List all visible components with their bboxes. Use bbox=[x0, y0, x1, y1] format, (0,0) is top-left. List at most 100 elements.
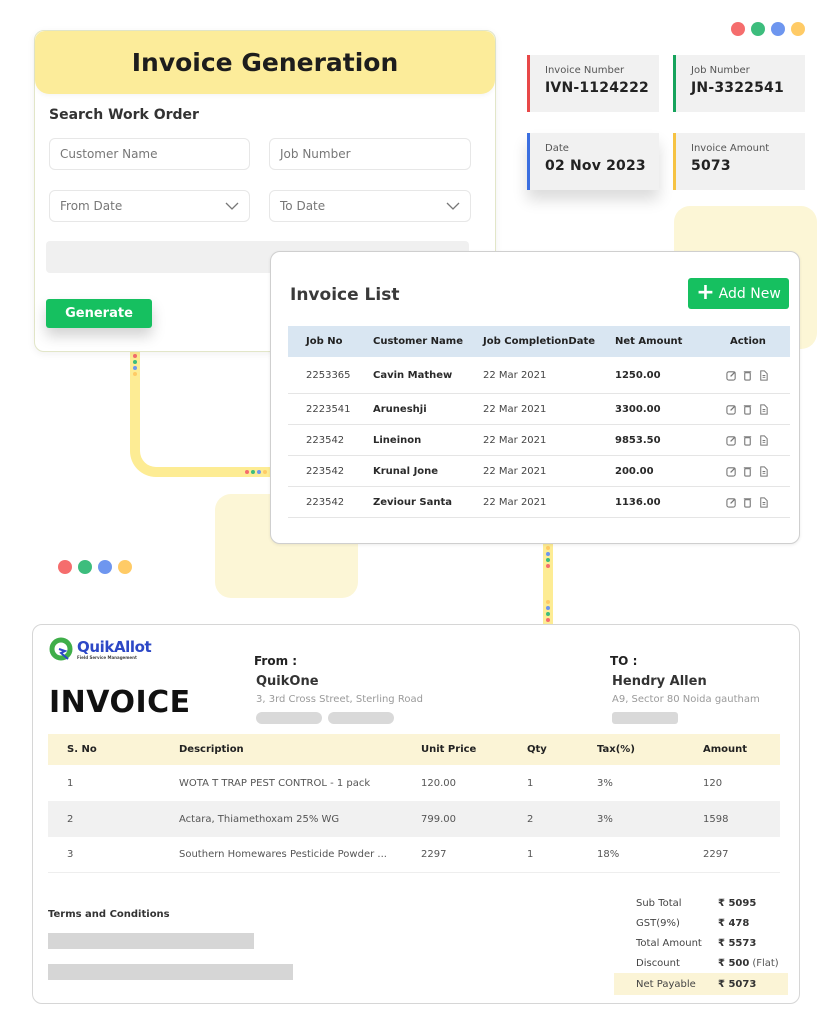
cell-qty: 1 bbox=[527, 777, 534, 789]
cell-tax: 3% bbox=[597, 777, 613, 789]
total-row: Net Payable ₹ 5073 bbox=[614, 973, 788, 995]
total-label: GST(9%) bbox=[636, 917, 680, 929]
cell-description: WOTA T TRAP PEST CONTROL - 1 pack bbox=[179, 777, 371, 789]
total-row: Sub Total ₹ 5095 bbox=[614, 893, 788, 913]
table-row: 2223541 Aruneshji 22 Mar 2021 3300.00 bbox=[288, 394, 790, 425]
from-name: QuikOne bbox=[256, 674, 319, 689]
total-label: Total Amount bbox=[636, 937, 702, 949]
delete-icon[interactable] bbox=[742, 497, 753, 508]
totals-summary: Sub Total ₹ 5095 GST(9%) ₹ 478 Total Amo… bbox=[614, 893, 788, 995]
placeholder-pill bbox=[256, 712, 322, 724]
from-date-placeholder: From Date bbox=[60, 199, 123, 213]
cell-sno: 1 bbox=[67, 777, 74, 789]
cell-actions bbox=[708, 465, 790, 477]
cell-date: 22 Mar 2021 bbox=[483, 369, 547, 381]
cell-job-no: 2223541 bbox=[306, 403, 351, 415]
from-label: From : bbox=[254, 654, 298, 668]
stat-label: Invoice Amount bbox=[691, 143, 770, 154]
cell-customer: Zeviour Santa bbox=[373, 496, 452, 508]
stat-invoice-amount: Invoice Amount 5073 bbox=[673, 133, 805, 190]
cell-sno: 2 bbox=[67, 813, 74, 825]
invoice-list-title: Invoice List bbox=[290, 285, 400, 305]
connector-dots-4 bbox=[546, 600, 550, 622]
cell-amount: 9853.50 bbox=[615, 434, 661, 446]
dot-yellow bbox=[791, 22, 805, 36]
table-header: Job No Customer Name Job CompletionDate … bbox=[288, 326, 790, 357]
chevron-down-icon bbox=[446, 202, 460, 210]
stat-value: 5073 bbox=[691, 158, 731, 174]
cell-amount: 120 bbox=[703, 777, 723, 789]
total-value: ₹ 5073 bbox=[718, 978, 757, 990]
to-date-placeholder: To Date bbox=[280, 199, 326, 213]
cell-actions bbox=[708, 434, 790, 446]
cell-job-no: 223542 bbox=[306, 434, 345, 446]
total-row: Discount ₹ 500 (Flat) bbox=[614, 953, 788, 973]
job-number-placeholder: Job Number bbox=[280, 147, 351, 161]
cell-amount: 1598 bbox=[703, 813, 729, 825]
dot-yellow bbox=[118, 560, 132, 574]
col-amount: Amount bbox=[703, 744, 748, 755]
col-description: Description bbox=[179, 744, 244, 755]
connector-dots-3 bbox=[546, 546, 550, 568]
col-sno: S. No bbox=[67, 744, 97, 755]
edit-icon[interactable] bbox=[726, 435, 737, 446]
generate-button[interactable]: Generate bbox=[46, 299, 152, 328]
edit-icon[interactable] bbox=[726, 497, 737, 508]
total-value: ₹ 500 bbox=[718, 957, 750, 969]
connector-dots-2 bbox=[245, 470, 267, 474]
total-row: Total Amount ₹ 5573 bbox=[614, 933, 788, 953]
delete-icon[interactable] bbox=[742, 435, 753, 446]
cell-qty: 1 bbox=[527, 849, 534, 860]
to-date-select[interactable]: To Date bbox=[269, 190, 471, 222]
table-row: 2253365 Cavin Mathew 22 Mar 2021 1250.00 bbox=[288, 357, 790, 394]
decor-dots-left bbox=[58, 560, 132, 574]
from-date-select[interactable]: From Date bbox=[49, 190, 250, 222]
terms-placeholder-bar bbox=[48, 964, 293, 980]
add-new-button[interactable]: + Add New bbox=[688, 278, 789, 309]
document-icon[interactable] bbox=[758, 465, 769, 477]
cell-amount: 3300.00 bbox=[615, 403, 661, 415]
customer-name-placeholder: Customer Name bbox=[60, 147, 158, 161]
cell-description: Southern Homewares Pesticide Powder ... bbox=[179, 849, 387, 860]
connector-curve bbox=[130, 420, 170, 477]
plus-icon: + bbox=[696, 279, 715, 305]
total-label: Net Payable bbox=[636, 978, 696, 990]
decor-dots-top bbox=[731, 22, 805, 36]
invoice-document: QuikAllot Field Service Management INVOI… bbox=[32, 624, 800, 1004]
delete-icon[interactable] bbox=[742, 404, 753, 415]
cell-description: Actara, Thiamethoxam 25% WG bbox=[179, 813, 340, 825]
stat-label: Date bbox=[545, 143, 569, 154]
stat-label: Invoice Number bbox=[545, 65, 625, 76]
edit-icon[interactable] bbox=[726, 466, 737, 477]
cell-unit-price: 120.00 bbox=[421, 777, 456, 789]
document-icon[interactable] bbox=[758, 434, 769, 446]
total-label: Sub Total bbox=[636, 897, 682, 909]
delete-icon[interactable] bbox=[742, 466, 753, 477]
cell-amount: 2297 bbox=[703, 849, 729, 860]
cell-customer: Aruneshji bbox=[373, 403, 427, 415]
terms-placeholder-bar bbox=[48, 933, 254, 949]
logo-q-icon bbox=[49, 637, 73, 661]
edit-icon[interactable] bbox=[726, 370, 737, 381]
document-icon[interactable] bbox=[758, 403, 769, 415]
invoice-title: INVOICE bbox=[49, 685, 191, 720]
cell-amount: 200.00 bbox=[615, 465, 654, 477]
customer-name-input[interactable]: Customer Name bbox=[49, 138, 250, 170]
cell-date: 22 Mar 2021 bbox=[483, 496, 547, 508]
dot-blue bbox=[98, 560, 112, 574]
document-icon[interactable] bbox=[758, 496, 769, 508]
to-label: TO : bbox=[610, 654, 638, 668]
cell-date: 22 Mar 2021 bbox=[483, 403, 547, 415]
edit-icon[interactable] bbox=[726, 404, 737, 415]
job-number-input[interactable]: Job Number bbox=[269, 138, 471, 170]
dot-red bbox=[731, 22, 745, 36]
total-value: ₹ 478 bbox=[718, 917, 750, 929]
dot-red bbox=[58, 560, 72, 574]
cell-sno: 3 bbox=[67, 849, 74, 860]
table-row: 223542 Krunal Jone 22 Mar 2021 200.00 bbox=[288, 456, 790, 487]
delete-icon[interactable] bbox=[742, 370, 753, 381]
document-icon[interactable] bbox=[758, 369, 769, 381]
total-label: Discount bbox=[636, 957, 680, 969]
add-new-label: Add New bbox=[718, 285, 781, 302]
terms-label: Terms and Conditions bbox=[48, 909, 170, 920]
